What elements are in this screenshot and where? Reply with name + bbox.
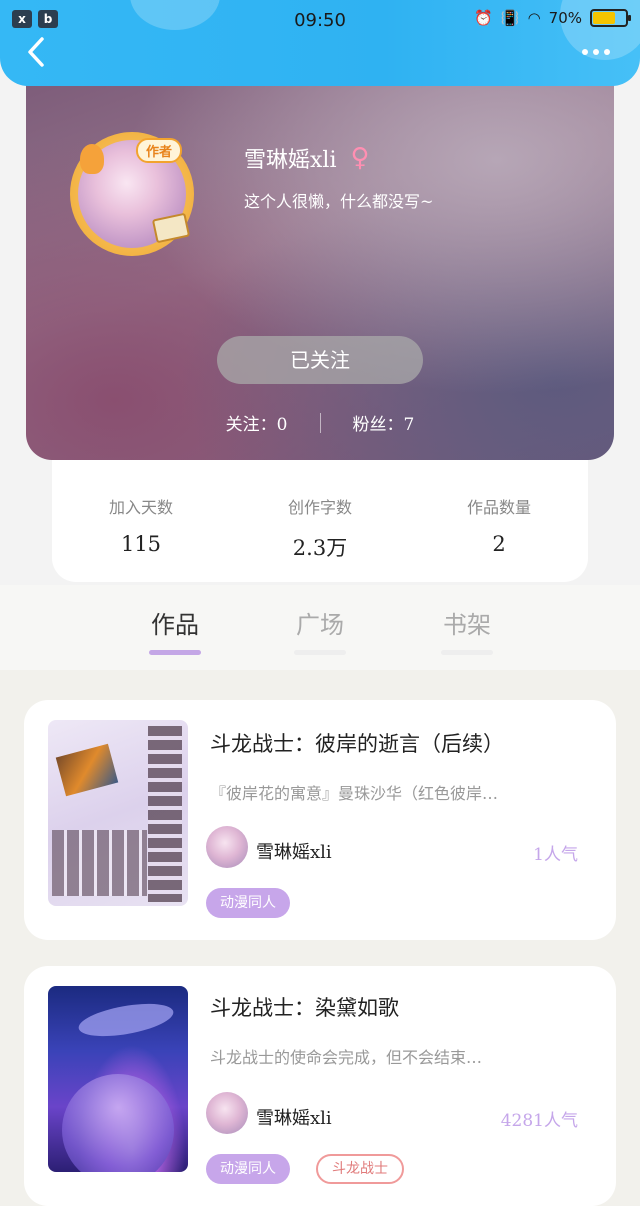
status-right-icons: ⏰ 📳 ◠ 70% (474, 9, 631, 27)
work-description: 斗龙战士的使命会完成，但不会结束… (210, 1048, 483, 1067)
wifi-icon: ◠ (527, 9, 541, 27)
followers-count: 7 (403, 415, 415, 435)
alarm-icon: ⏰ (474, 9, 493, 27)
work-title[interactable]: 斗龙战士：彼岸的逝言（后续） (210, 728, 504, 758)
stat-words-label: 创作字数 (287, 498, 352, 517)
battery-icon (590, 9, 631, 27)
cover-art (52, 830, 147, 896)
profile-username-row: 雪琳媱xli ♀ (244, 142, 370, 174)
tab-works[interactable]: 作品 (130, 605, 220, 655)
tab-works-label: 作品 (151, 611, 199, 639)
followers-label: 粉丝： (352, 415, 404, 435)
tab-indicator (441, 650, 493, 655)
battery-percent: 70% (548, 9, 582, 27)
profile-bio: 这个人很懒，什么都没写~ (244, 192, 434, 211)
chevron-left-icon (28, 37, 44, 67)
more-dot (604, 49, 610, 55)
stat-words-value: 2.3万 (292, 536, 348, 560)
more-dot (582, 49, 588, 55)
follow-stats: 关注：0 粉丝：7 (26, 410, 614, 435)
work-tag[interactable]: 斗龙战士 (316, 1154, 404, 1184)
tab-square[interactable]: 广场 (275, 605, 365, 655)
stat-works-value: 2 (492, 532, 506, 556)
follow-button[interactable]: 已关注 (217, 336, 423, 384)
more-dot (593, 49, 599, 55)
stat-works-label: 作品数量 (466, 498, 531, 517)
profile-header: 作者 雪琳媱xli ♀ 这个人很懒，什么都没写~ 已关注 关注：0 粉丝：7 (26, 60, 614, 460)
following-count: 0 (276, 415, 288, 435)
work-author[interactable]: 雪琳媱xli (256, 1104, 332, 1130)
cover-art (55, 743, 119, 797)
stat-works: 作品数量 2 (410, 494, 588, 556)
cover-art (76, 997, 176, 1043)
flame-decoration (80, 144, 104, 174)
female-gender-icon: ♀ (350, 143, 370, 173)
author-avatar[interactable] (206, 826, 248, 868)
tab-indicator (294, 650, 346, 655)
work-cover[interactable] (48, 986, 188, 1172)
work-popularity: 1人气 (533, 845, 578, 865)
work-tag[interactable]: 动漫同人 (206, 888, 290, 918)
work-card[interactable]: 斗龙战士：染黛如歌 斗龙战士的使命会完成，但不会结束… 雪琳媱xli 4281人… (24, 966, 616, 1206)
work-card[interactable]: 斗龙战士：彼岸的逝言（后续） 『彼岸花的寓意』曼珠沙华（红色彼岸… 雪琳媱xli… (24, 700, 616, 940)
work-tag[interactable]: 动漫同人 (206, 1154, 290, 1184)
more-button[interactable] (576, 40, 616, 64)
followers-stat[interactable]: 粉丝：7 (353, 410, 415, 435)
stat-words: 创作字数 2.3万 (231, 494, 409, 562)
work-description: 『彼岸花的寓意』曼珠沙华（红色彼岸… (210, 784, 499, 803)
divider (319, 412, 321, 433)
following-stat[interactable]: 关注：0 (226, 410, 288, 435)
cover-art (62, 1074, 174, 1172)
tab-indicator (149, 650, 201, 655)
stat-days-label: 加入天数 (108, 498, 173, 517)
work-popularity: 4281人气 (500, 1111, 578, 1131)
author-badge: 作者 (136, 138, 183, 163)
tab-bookshelf-label: 书架 (443, 611, 491, 639)
following-label: 关注： (225, 415, 277, 435)
vibrate-icon: 📳 (500, 9, 520, 27)
tab-square-label: 广场 (296, 611, 344, 639)
tab-bar: 作品 广场 书架 (0, 585, 640, 670)
author-avatar[interactable] (206, 1092, 248, 1134)
work-title[interactable]: 斗龙战士：染黛如歌 (210, 992, 399, 1022)
top-bar: x b 09:50 ⏰ 📳 ◠ 70% (0, 0, 640, 86)
work-cover[interactable] (48, 720, 188, 906)
tab-bookshelf[interactable]: 书架 (422, 605, 512, 655)
profile-username: 雪琳媱xli (244, 148, 337, 173)
back-button[interactable] (22, 34, 50, 70)
cover-art (148, 726, 182, 902)
stat-days: 加入天数 115 (52, 494, 230, 556)
work-author[interactable]: 雪琳媱xli (256, 838, 332, 864)
stat-days-value: 115 (120, 532, 162, 556)
